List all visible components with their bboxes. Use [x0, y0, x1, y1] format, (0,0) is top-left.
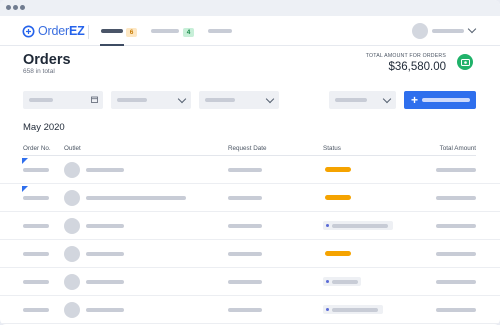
order-no-placeholder — [23, 168, 49, 172]
outlet-name-placeholder — [86, 280, 124, 284]
user-avatar[interactable] — [412, 23, 428, 39]
column-header-status[interactable]: Status — [323, 145, 341, 152]
status-filter-dropdown[interactable] — [199, 91, 279, 109]
table-row[interactable] — [0, 184, 500, 212]
status-filter-placeholder — [205, 98, 235, 102]
outlet-avatar — [64, 162, 80, 178]
nav-badge-2: 4 — [183, 28, 194, 37]
create-order-label-placeholder — [422, 98, 470, 102]
total-amount-label: TOTAL AMOUNT FOR ORDERS — [365, 53, 446, 59]
nav-divider — [88, 25, 89, 39]
outlet-filter-dropdown[interactable] — [111, 91, 191, 109]
status-indicator — [325, 167, 351, 172]
order-no-placeholder — [23, 280, 49, 284]
total-amount-value: $36,580.00 — [388, 61, 446, 73]
total-amount-placeholder — [436, 308, 476, 312]
request-date-placeholder — [228, 196, 262, 200]
cash-button[interactable] — [457, 54, 473, 70]
status-dot-icon — [326, 308, 329, 311]
total-amount-placeholder — [436, 280, 476, 284]
total-amount-placeholder — [436, 196, 476, 200]
request-date-placeholder — [228, 168, 262, 172]
column-header-outlet[interactable]: Outlet — [64, 145, 81, 152]
cash-icon — [460, 58, 470, 66]
user-name-placeholder[interactable] — [432, 29, 464, 33]
outlet-name-placeholder — [86, 168, 124, 172]
status-badge — [323, 277, 361, 286]
outlet-avatar — [64, 302, 80, 318]
top-navbar: OrderEZ 6 4 — [0, 16, 500, 46]
status-dot-icon — [326, 224, 329, 227]
date-filter[interactable] — [23, 91, 103, 109]
nav-tab-2[interactable] — [151, 29, 179, 33]
column-header-total-amount[interactable]: Total Amount — [440, 145, 476, 152]
order-no-placeholder — [23, 308, 49, 312]
outlet-avatar — [64, 246, 80, 262]
outlet-filter-placeholder — [117, 98, 147, 102]
app-logo[interactable]: OrderEZ — [22, 23, 85, 39]
chevron-down-icon — [177, 94, 187, 104]
logo-icon — [22, 25, 35, 37]
status-badge — [323, 305, 383, 314]
outlet-name-placeholder — [86, 224, 124, 228]
app-window: OrderEZ 6 4 Orders 658 in total TOTAL AM… — [0, 0, 500, 325]
order-no-placeholder — [23, 196, 49, 200]
outlet-name-placeholder — [86, 196, 186, 200]
logo-text: OrderEZ — [38, 24, 85, 38]
total-amount-placeholder — [436, 168, 476, 172]
table-row[interactable] — [0, 212, 500, 240]
table-row[interactable] — [0, 268, 500, 296]
status-indicator — [325, 251, 351, 256]
outlet-avatar — [64, 274, 80, 290]
status-indicator — [325, 195, 351, 200]
status-dot-icon — [326, 280, 329, 283]
table-row[interactable] — [0, 156, 500, 184]
status-badge — [323, 221, 393, 230]
outlet-name-placeholder — [86, 308, 124, 312]
column-header-request-date[interactable]: Request Date — [228, 145, 267, 152]
order-no-placeholder — [23, 224, 49, 228]
request-date-placeholder — [228, 280, 262, 284]
chevron-down-icon[interactable] — [467, 24, 477, 34]
create-order-button[interactable]: + — [404, 91, 476, 109]
chevron-down-icon — [265, 94, 275, 104]
flag-icon — [22, 158, 28, 164]
date-filter-placeholder — [29, 98, 53, 102]
request-date-placeholder — [228, 224, 262, 228]
sort-placeholder — [335, 98, 367, 102]
active-tab-indicator — [100, 44, 124, 46]
request-date-placeholder — [228, 252, 262, 256]
table-row[interactable] — [0, 296, 500, 324]
status-label-placeholder — [332, 279, 358, 284]
request-date-placeholder — [228, 308, 262, 312]
total-amount-placeholder — [436, 252, 476, 256]
plus-icon: + — [411, 93, 419, 107]
window-dot-icon[interactable] — [20, 5, 25, 10]
page-subtitle: 658 in total — [23, 68, 55, 75]
outlet-avatar — [64, 218, 80, 234]
window-dot-icon[interactable] — [13, 5, 18, 10]
outlet-name-placeholder — [86, 252, 124, 256]
status-label-placeholder — [332, 223, 388, 228]
month-heading: May 2020 — [23, 122, 65, 133]
status-label-placeholder — [332, 307, 378, 312]
total-amount-placeholder — [436, 224, 476, 228]
column-header-order-no[interactable]: Order No. — [23, 145, 51, 152]
window-titlebar — [0, 0, 500, 16]
nav-tab-3[interactable] — [208, 29, 232, 33]
outlet-avatar — [64, 190, 80, 206]
flag-icon — [22, 186, 28, 192]
order-no-placeholder — [23, 252, 49, 256]
window-dot-icon[interactable] — [6, 5, 11, 10]
table-row[interactable] — [0, 240, 500, 268]
nav-badge-orders: 6 — [126, 28, 137, 37]
nav-tab-orders[interactable] — [101, 29, 123, 33]
sort-dropdown[interactable] — [329, 91, 396, 109]
calendar-icon — [91, 96, 98, 103]
page-title: Orders — [23, 52, 71, 68]
chevron-down-icon — [382, 94, 392, 104]
